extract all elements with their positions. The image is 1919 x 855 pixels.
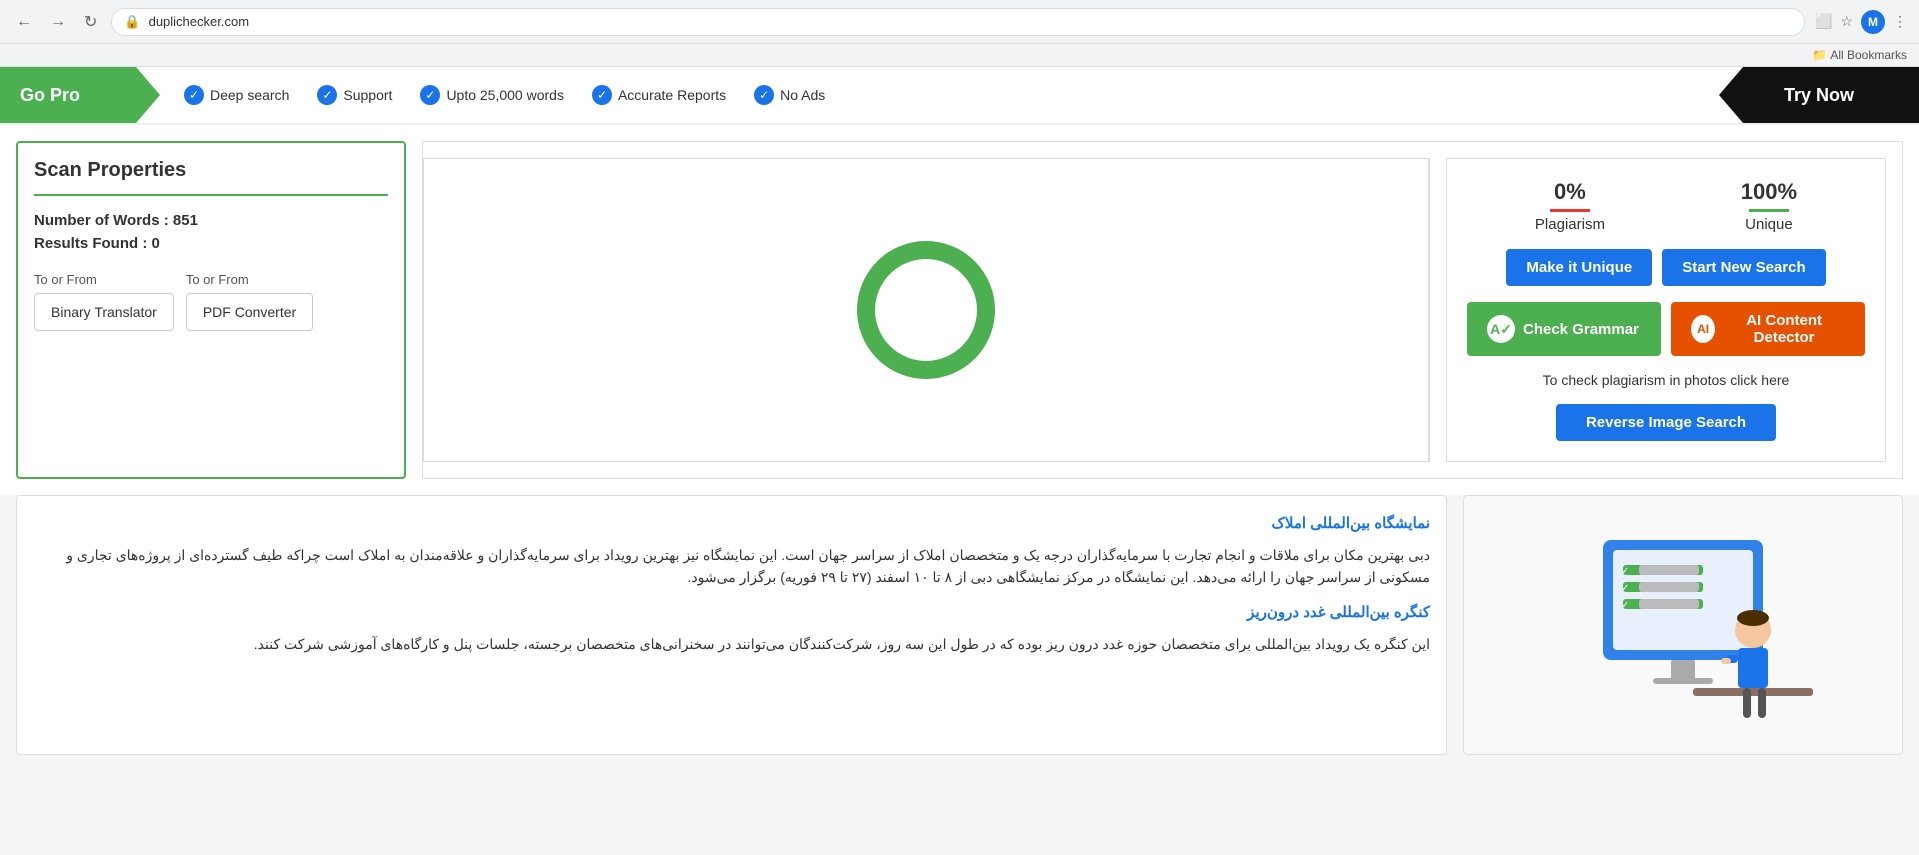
section2-title: کنگره بین‌المللی غدد درون‌ریز bbox=[33, 601, 1430, 625]
converters: To or From Binary Translator To or From … bbox=[34, 272, 388, 331]
action-buttons-row: Make it Unique Start New Search bbox=[1467, 249, 1865, 286]
scan-properties-panel: Scan Properties Number of Words : 851 Re… bbox=[16, 141, 406, 479]
center-right-wrapper: 0% Plagiarism 100% Unique Make it Unique… bbox=[422, 141, 1903, 479]
check-icon-5: ✓ bbox=[754, 85, 774, 105]
bottom-area: نمایشگاه بین‌المللی املاک دبی بهترین مکا… bbox=[0, 495, 1919, 771]
ai-icon: AI bbox=[1691, 315, 1715, 343]
back-button[interactable]: ← bbox=[12, 9, 36, 35]
number-of-words: Number of Words : 851 bbox=[34, 212, 388, 229]
check-icon-1: ✓ bbox=[184, 85, 204, 105]
divider bbox=[1429, 158, 1430, 462]
check-icon-3: ✓ bbox=[420, 85, 440, 105]
binary-translator-button[interactable]: Binary Translator bbox=[34, 293, 174, 331]
section1-title: نمایشگاه بین‌المللی املاک bbox=[33, 512, 1430, 536]
bookmarks-label[interactable]: All Bookmarks bbox=[1830, 48, 1907, 62]
try-now-button[interactable]: Try Now bbox=[1719, 67, 1919, 123]
check-icon-2: ✓ bbox=[317, 85, 337, 105]
main-area: Scan Properties Number of Words : 851 Re… bbox=[0, 125, 1919, 495]
plagiarism-photo-text: To check plagiarism in photos click here bbox=[1467, 372, 1865, 388]
results-found: Results Found : 0 bbox=[34, 235, 388, 252]
forward-button[interactable]: → bbox=[46, 9, 70, 35]
start-new-search-button[interactable]: Start New Search bbox=[1662, 249, 1825, 286]
go-pro-banner: Go Pro ✓ Deep search ✓ Support ✓ Upto 25… bbox=[0, 67, 1919, 125]
unique-percent: 100% bbox=[1741, 179, 1797, 205]
results-panel: 0% Plagiarism 100% Unique Make it Unique… bbox=[1446, 158, 1886, 462]
word-stats: Number of Words : 851 Results Found : 0 bbox=[34, 212, 388, 252]
reverse-image-search-button[interactable]: Reverse Image Search bbox=[1556, 404, 1776, 441]
feature-support: ✓ Support bbox=[317, 85, 392, 105]
security-icon: 🔒 bbox=[124, 14, 140, 30]
make-it-unique-button[interactable]: Make it Unique bbox=[1506, 249, 1652, 286]
ai-content-detector-button[interactable]: AI AI Content Detector bbox=[1671, 302, 1865, 356]
converter1-label: To or From bbox=[34, 272, 174, 287]
plagiarism-label: Plagiarism bbox=[1535, 216, 1605, 233]
menu-icon[interactable]: ⋮ bbox=[1893, 13, 1907, 30]
grammar-ai-row: A✓ Check Grammar AI AI Content Detector bbox=[1467, 302, 1865, 356]
donut-svg bbox=[846, 230, 1006, 390]
svg-text:✓: ✓ bbox=[1621, 583, 1629, 594]
avatar[interactable]: M bbox=[1861, 10, 1885, 34]
plagiarism-stat: 0% Plagiarism bbox=[1535, 179, 1605, 233]
browser-actions: ⬜ ☆ M ⋮ bbox=[1815, 10, 1907, 34]
svg-text:✓: ✓ bbox=[1621, 566, 1629, 577]
svg-text:✓: ✓ bbox=[1621, 600, 1629, 611]
go-pro-label: Go Pro bbox=[0, 67, 160, 123]
unique-stat: 100% Unique bbox=[1741, 179, 1797, 233]
text-results-panel[interactable]: نمایشگاه بین‌المللی املاک دبی بهترین مکا… bbox=[16, 495, 1447, 755]
donut-chart bbox=[846, 230, 1006, 390]
bookmark-icon[interactable]: ☆ bbox=[1840, 13, 1853, 30]
bookmarks-bar: 📁 All Bookmarks bbox=[0, 44, 1919, 67]
scan-properties-title: Scan Properties bbox=[34, 159, 388, 196]
url-text: duplichecker.com bbox=[149, 14, 1792, 29]
check-icon-4: ✓ bbox=[592, 85, 612, 105]
refresh-button[interactable]: ↻ bbox=[80, 8, 101, 36]
feature-no-ads: ✓ No Ads bbox=[754, 85, 825, 105]
pdf-converter-button[interactable]: PDF Converter bbox=[186, 293, 313, 331]
image-results-panel: ✓ ✓ ✓ bbox=[1463, 495, 1903, 755]
check-grammar-button[interactable]: A✓ Check Grammar bbox=[1467, 302, 1661, 356]
browser-chrome: ← → ↻ 🔒 duplichecker.com ⬜ ☆ M ⋮ bbox=[0, 0, 1919, 44]
illustration-svg: ✓ ✓ ✓ bbox=[1543, 510, 1823, 740]
grammar-icon: A✓ bbox=[1487, 315, 1515, 343]
folder-icon: 📁 bbox=[1812, 48, 1827, 62]
plagiarism-line bbox=[1550, 209, 1590, 212]
go-pro-features: ✓ Deep search ✓ Support ✓ Upto 25,000 wo… bbox=[160, 85, 1719, 105]
section1-body: دبی بهترین مکان برای ملاقات و انجام تجار… bbox=[33, 544, 1430, 589]
pdf-converter-section: To or From PDF Converter bbox=[186, 272, 313, 331]
feature-reports: ✓ Accurate Reports bbox=[592, 85, 726, 105]
donut-chart-panel bbox=[423, 158, 1429, 462]
unique-label: Unique bbox=[1741, 216, 1797, 233]
section2-body: این کنگره یک رویداد بین‌المللی برای متخص… bbox=[33, 633, 1430, 655]
address-bar[interactable]: 🔒 duplichecker.com bbox=[111, 8, 1805, 36]
binary-translator-section: To or From Binary Translator bbox=[34, 272, 174, 331]
plagiarism-percent: 0% bbox=[1535, 179, 1605, 205]
stats-row: 0% Plagiarism 100% Unique bbox=[1467, 179, 1865, 233]
feature-words: ✓ Upto 25,000 words bbox=[420, 85, 564, 105]
unique-line bbox=[1749, 209, 1789, 212]
converter2-label: To or From bbox=[186, 272, 313, 287]
cast-icon[interactable]: ⬜ bbox=[1815, 13, 1832, 30]
feature-deep-search: ✓ Deep search bbox=[184, 85, 289, 105]
